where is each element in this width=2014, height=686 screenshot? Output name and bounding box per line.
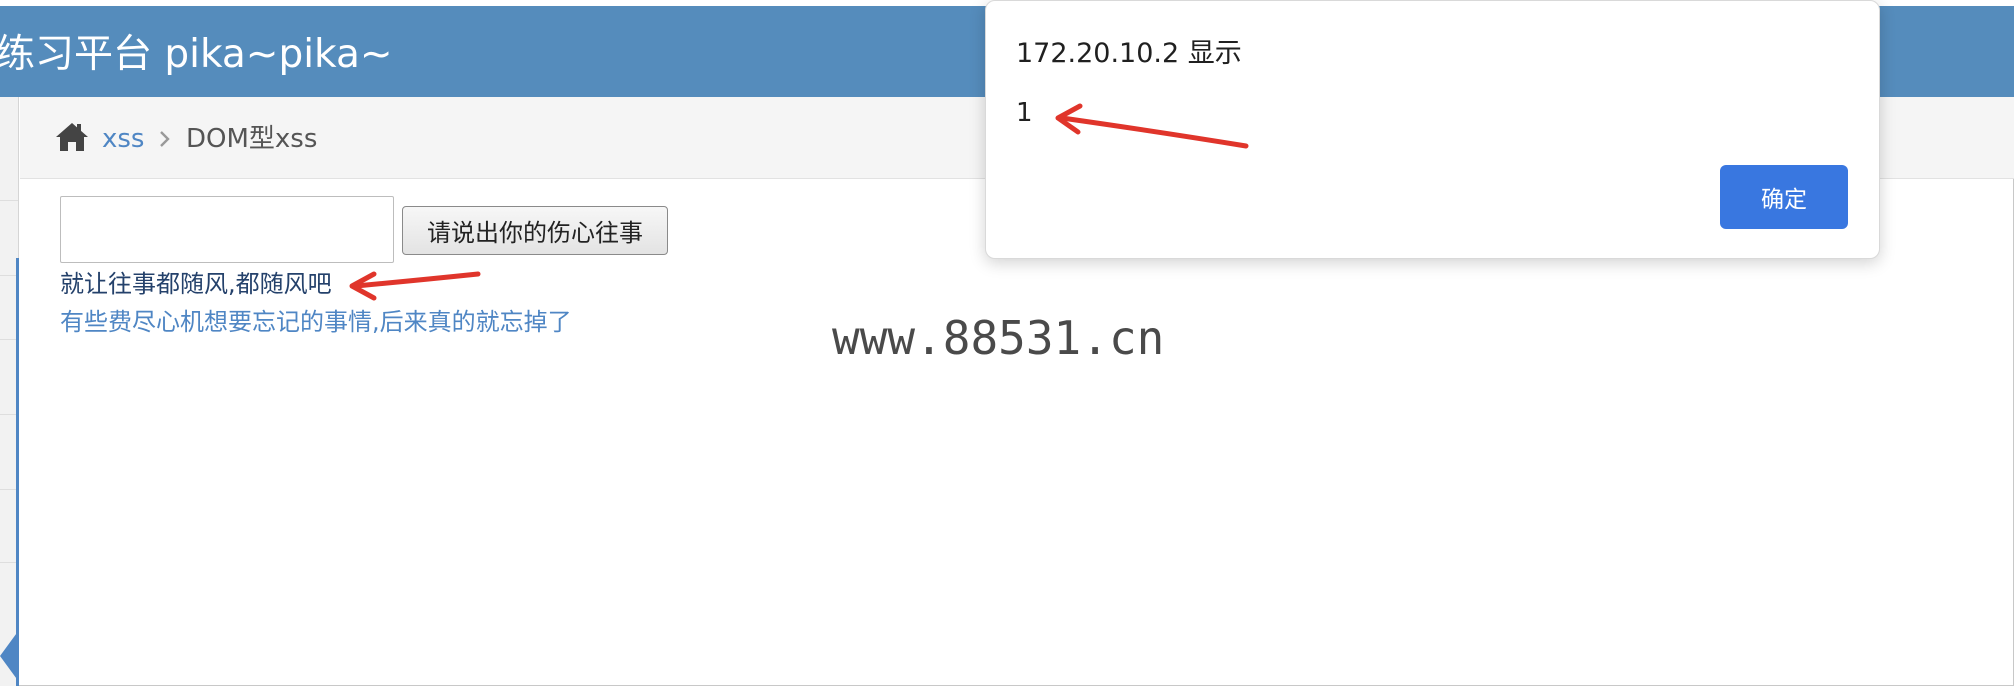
result-link[interactable]: 有些费尽心机想要忘记的事情,后来真的就忘掉了 bbox=[60, 306, 572, 338]
message-input[interactable] bbox=[60, 196, 394, 263]
dialog-title: 172.20.10.2 显示 bbox=[1016, 38, 1242, 69]
sidebar-divider bbox=[0, 200, 18, 201]
submit-button[interactable]: 请说出你的伤心往事 bbox=[402, 206, 668, 255]
watermark: www.88531.cn bbox=[832, 311, 1165, 365]
result-text: 就让往事都随风,都随风吧 bbox=[60, 270, 332, 298]
home-icon[interactable] bbox=[54, 121, 90, 153]
dialog-message: 1 bbox=[1016, 98, 1033, 128]
breadcrumb-current: DOM型xss bbox=[186, 124, 318, 154]
app-title: 练习平台 pika~pika~ bbox=[0, 32, 393, 77]
alert-dialog: 172.20.10.2 显示 1 确定 bbox=[985, 0, 1880, 259]
sidebar-active-indicator bbox=[16, 258, 19, 686]
breadcrumb-link-xss[interactable]: xss bbox=[102, 123, 144, 155]
ok-button[interactable]: 确定 bbox=[1720, 165, 1848, 229]
sidebar-collapse-icon[interactable] bbox=[0, 630, 19, 682]
chevron-right-icon bbox=[160, 131, 170, 147]
